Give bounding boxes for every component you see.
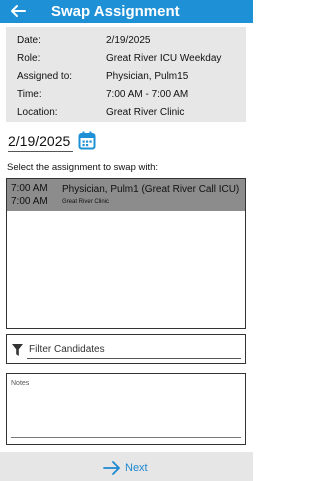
assignment-details-panel: Date: 2/19/2025 Role: Great River ICU We… [6,27,246,122]
swap-candidate-list[interactable]: 7:00 AM 7:00 AM Physician, Pulm1 (Great … [6,178,246,329]
notes-field[interactable] [11,380,241,438]
date-value: 2/19/2025 [8,133,71,149]
detail-label: Date: [17,35,41,46]
notes-container [6,373,246,445]
detail-value: 2/19/2025 [106,35,151,46]
detail-label: Location: [17,107,58,118]
swap-prompt: Select the assignment to swap with: [7,162,159,173]
filter-container [6,334,246,364]
calendar-icon[interactable] [78,131,96,150]
end-time: 7:00 AM [11,196,48,207]
date-field[interactable]: 2/19/2025 [8,130,73,152]
detail-row-role: Role: Great River ICU Weekday [6,50,246,68]
candidate-name: Physician, Pulm1 (Great River Call ICU) [62,184,240,195]
app-bar: Swap Assignment [0,0,253,23]
arrow-left-icon[interactable] [9,2,27,20]
detail-value: 7:00 AM - 7:00 AM [106,89,189,100]
detail-label: Assigned to: [17,71,73,82]
next-label: Next [125,462,148,474]
detail-row-time: Time: 7:00 AM - 7:00 AM [6,86,246,104]
filter-icon [12,343,23,356]
detail-value: Great River Clinic [106,107,185,118]
arrow-right-icon [103,460,121,476]
start-time: 7:00 AM [11,183,48,194]
detail-row-location: Location: Great River Clinic [6,104,246,122]
filter-candidates-input[interactable] [27,341,241,359]
detail-row-date: Date: 2/19/2025 [6,32,246,50]
detail-value: Physician, Pulm15 [106,71,189,82]
detail-value: Great River ICU Weekday [106,53,222,64]
list-item[interactable]: 7:00 AM 7:00 AM Physician, Pulm1 (Great … [7,179,245,211]
detail-label: Role: [17,53,41,64]
candidate-location: Great River Clinic [62,199,110,205]
next-button[interactable]: Next [103,459,153,477]
detail-label: Time: [17,89,42,100]
detail-row-assigned-to: Assigned to: Physician, Pulm15 [6,68,246,86]
footer-bar: Next [0,452,253,481]
page-title: Swap Assignment [51,3,180,20]
